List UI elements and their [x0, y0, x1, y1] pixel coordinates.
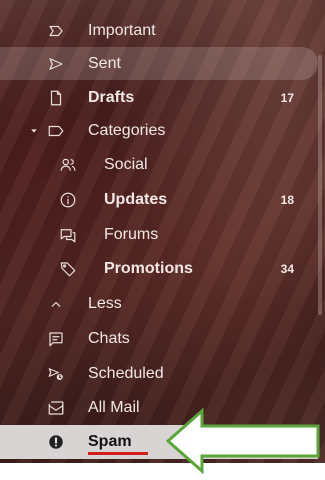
left-arrow-annotation [165, 407, 320, 475]
